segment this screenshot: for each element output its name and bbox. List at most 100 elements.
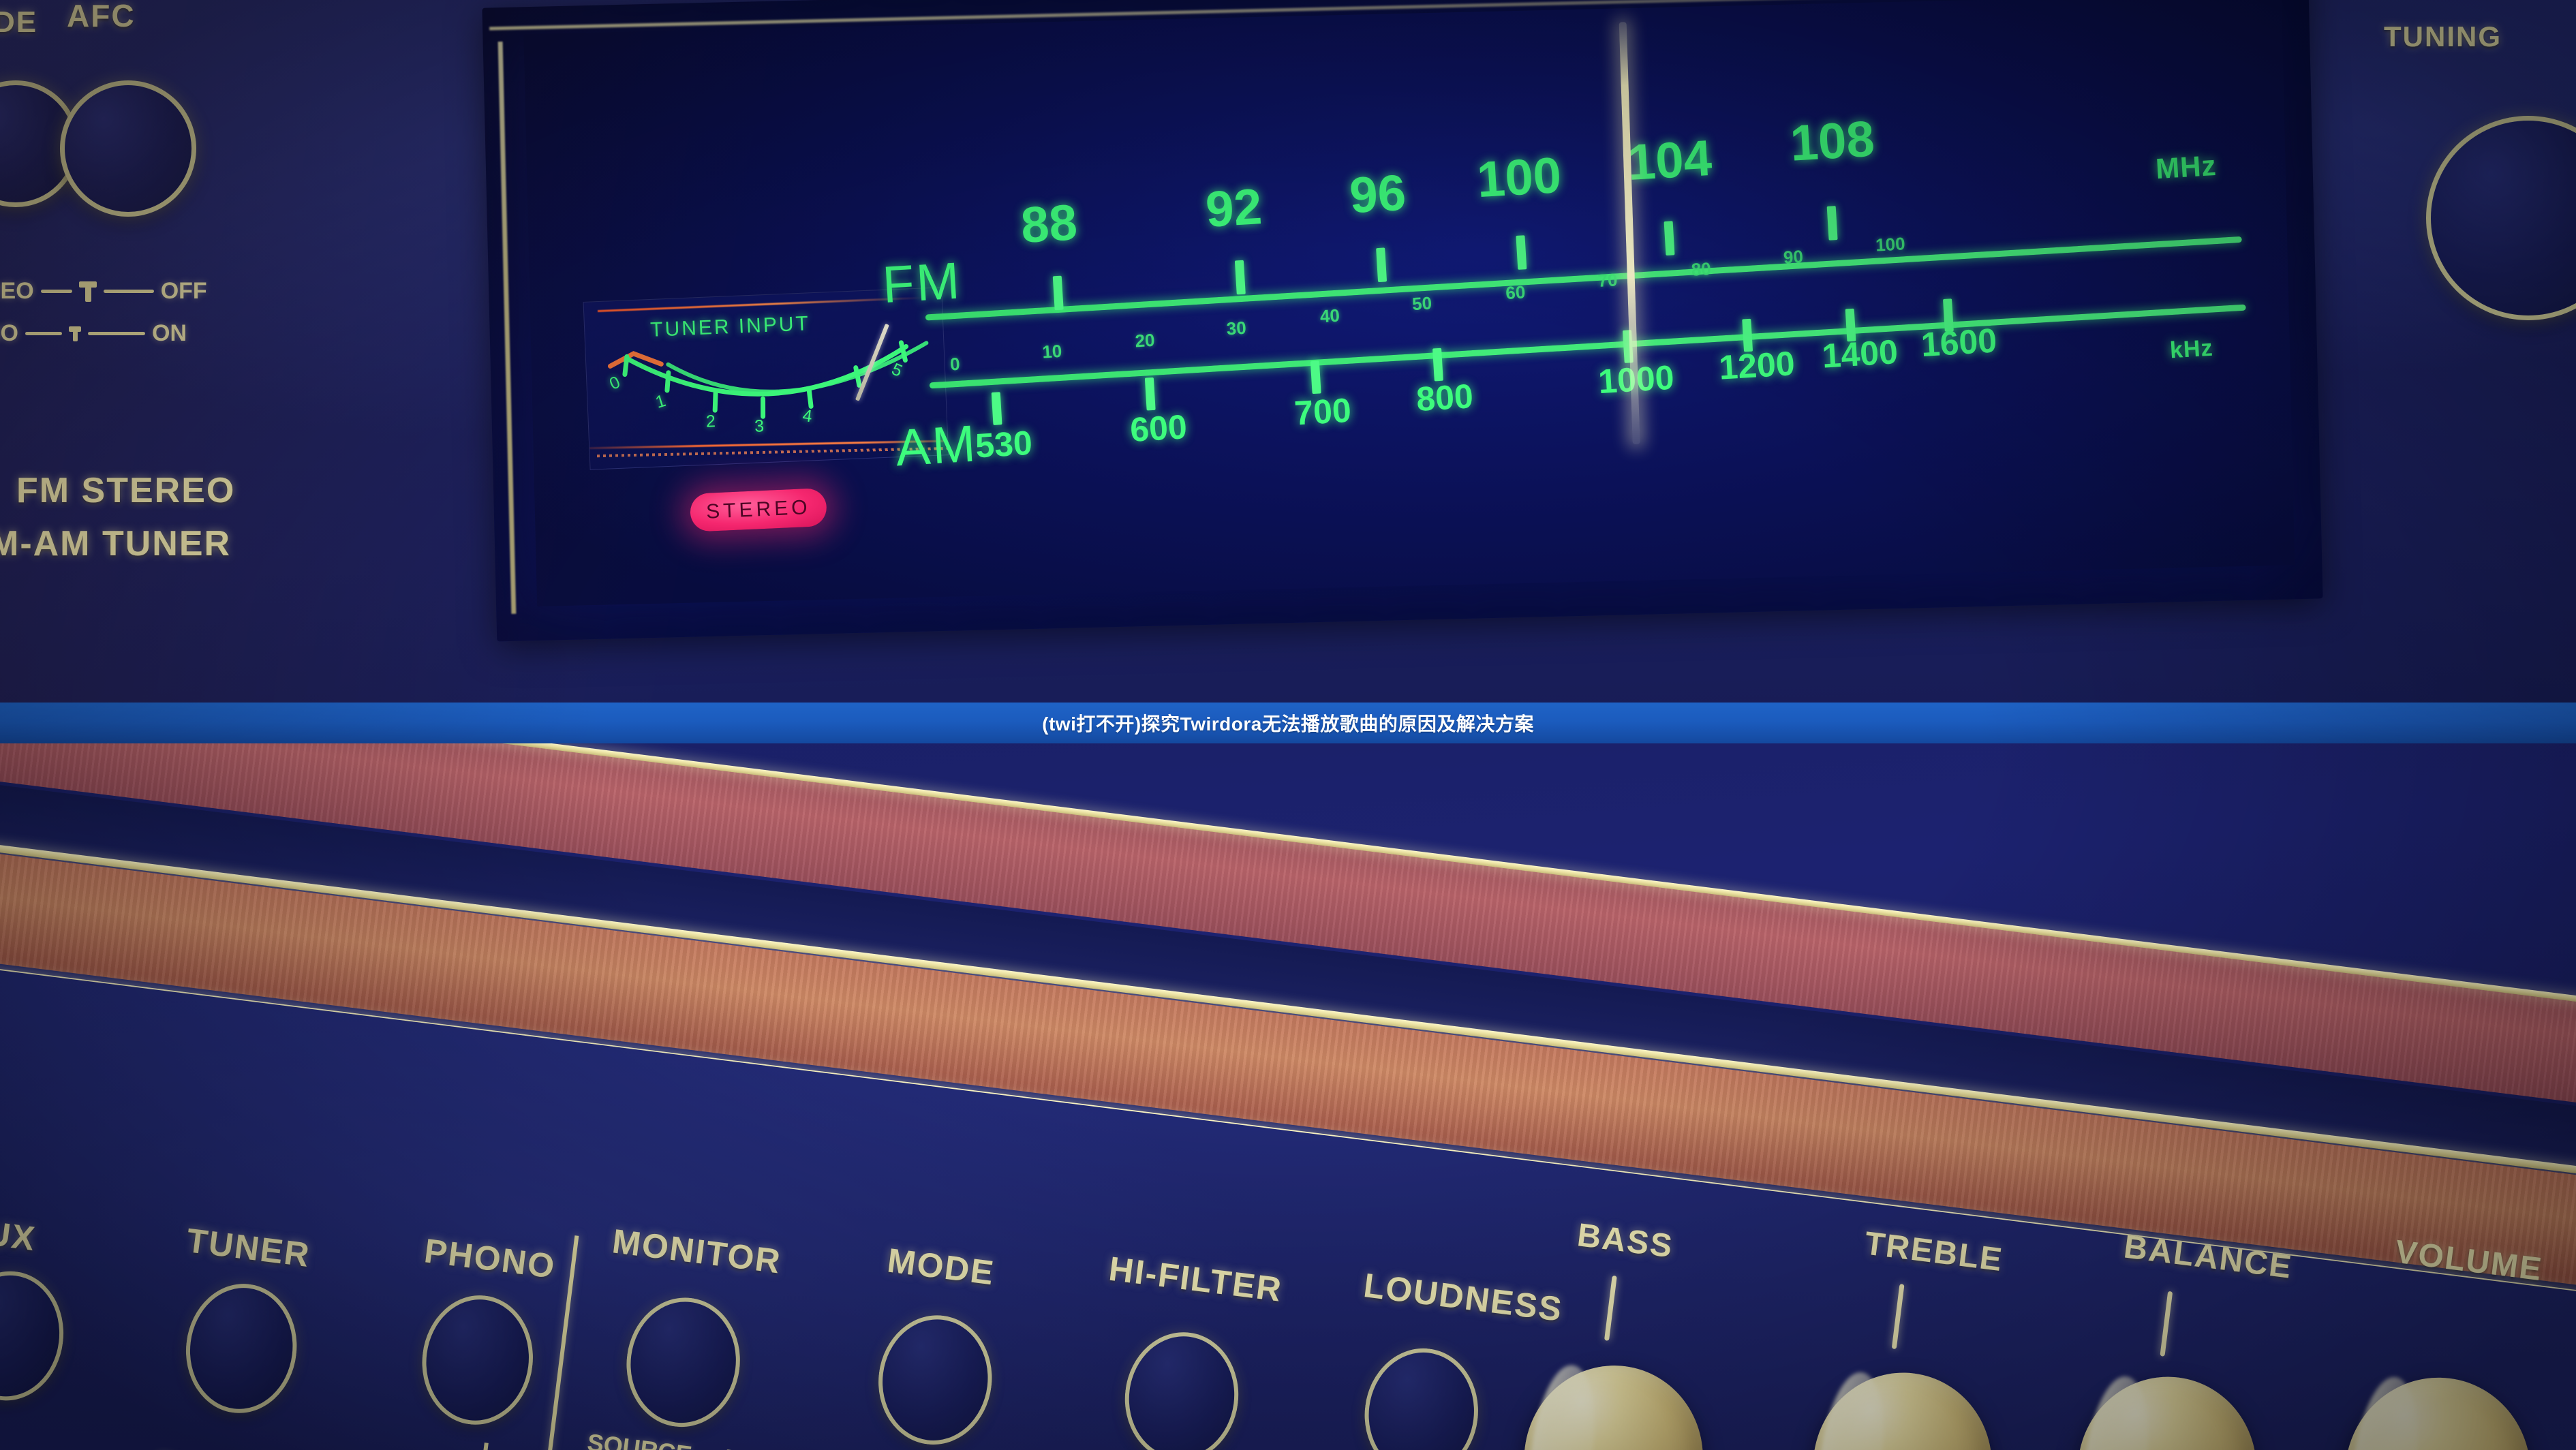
tuning-knob[interactable] [2426,116,2576,320]
am-tick-label: 700 [1293,390,1353,433]
fm-tick-mark [1516,235,1527,270]
function-button-aux[interactable] [0,1265,71,1407]
mode-knob-label: MODE [885,1241,997,1293]
signal-scale-label: 100 [1875,233,1906,256]
function-button-phono[interactable] [414,1289,540,1432]
am-scale-line [929,304,2246,389]
balance-tick-icon [2160,1291,2173,1357]
article-banner: (twi打不开)探究Twirdora无法播放歌曲的原因及解决方案 [0,703,2576,743]
fm-tick-label: 96 [1348,164,1408,224]
afc-label: AFC [67,0,136,33]
article-title: (twi打不开)探究Twirdora无法播放歌曲的原因及解决方案 [1042,713,1534,735]
monitor-switch-source-row: SOURCE STEREO OFF OFF [585,1428,1165,1450]
frequency-scale: FM AM 88 92 96 100 104 108 MHz 0 10 20 3… [881,65,2271,525]
hifilter-knob[interactable] [1117,1325,1246,1450]
am-tick-label: 800 [1415,377,1475,419]
receiver-photo: DE AFC REO OFF NO ON FM STEREO M-AM TUNE… [0,0,2576,1450]
signal-scale-label: 90 [1783,246,1804,268]
monitor-knob-label: MONITOR [610,1222,784,1281]
am-tick-mark [1310,360,1321,395]
meter-tick-3: 3 [754,416,765,436]
am-band-label: AM [893,414,979,478]
monitor-source-label: SOURCE [585,1428,694,1450]
function-button-label-phono: PHONO [422,1231,558,1286]
afc-knob[interactable] [60,80,196,217]
fm-tick-label: 88 [1019,194,1079,253]
stereo-indicator: STEREO [689,487,828,532]
mode-switch-row-mono: NO ON [0,320,187,347]
dash-icon [103,290,154,293]
stereo-indicator-label: STEREO [705,495,812,523]
fm-tick-label: 92 [1203,178,1263,238]
bass-tick-icon [1604,1275,1617,1341]
amplifier-section: AUX TUNER PHONO FUNCTION MONITOR MODE HI… [0,743,2576,1450]
fm-tick-mark [1234,260,1246,295]
fm-tick-label: 104 [1625,129,1714,191]
function-bracket-left [0,1404,162,1450]
signal-scale-label: 20 [1134,329,1156,352]
fm-tick-label: 100 [1475,146,1563,209]
fm-tick-mark [1052,275,1064,311]
function-button-tuner[interactable] [179,1277,305,1420]
balance-knob[interactable] [2067,1366,2267,1450]
meter-tick-2: 2 [705,412,716,431]
signal-scale-label: 70 [1597,269,1619,291]
treble-knob-label: TREBLE [1862,1225,2006,1279]
tuner-title-line1: FM STEREO [16,471,236,510]
am-tick-label: 1400 [1821,333,1899,375]
mode-label: DE [0,5,38,39]
loudness-knob[interactable] [1357,1342,1486,1450]
fm-tick-mark [1826,206,1838,241]
afc-switch-off-label: OFF [160,278,207,304]
treble-knob[interactable] [1802,1362,2003,1450]
mode-switch-mono-label: NO [0,320,18,346]
signal-scale-label: 40 [1319,305,1340,327]
tuning-label: TUNING [2384,20,2502,52]
signal-scale-label: 0 [949,353,961,375]
fm-tick-mark [1376,247,1387,283]
afc-switch-on-label: ON [152,320,187,346]
fm-tick-label: 108 [1788,110,1876,172]
am-tick-label: 1600 [1920,321,1998,364]
mode-switch-stereo-label: REO [0,278,34,304]
am-tick-label: 600 [1129,407,1189,450]
signal-scale-label: 80 [1690,258,1712,280]
dash-icon [25,332,62,335]
switch-down-icon[interactable] [69,326,81,341]
fm-scale-line [925,236,2242,321]
volume-knob[interactable] [2333,1367,2542,1450]
fm-unit-label: MHz [2154,149,2218,185]
tuner-section: DE AFC REO OFF NO ON FM STEREO M-AM TUNE… [0,0,2576,703]
treble-tick-icon [1891,1284,1905,1350]
am-tick-mark [1144,377,1156,411]
dial-panel: TUNER INPUT 0 1 2 3 4 5 STEREO FM AM 88 … [482,0,2323,642]
function-button-label-tuner: TUNER [184,1221,313,1275]
function-group-label: FUNCTION [153,1447,336,1450]
function-bracket-right [342,1425,489,1450]
signal-scale-label: 60 [1505,281,1527,303]
loudness-knob-label: LOUDNESS [1361,1266,1565,1329]
am-unit-label: kHz [2168,335,2214,364]
mode-knob-bottom[interactable] [871,1308,1000,1450]
fm-tick-mark [1663,221,1675,256]
dash-icon [40,290,72,293]
mode-switch-row-stereo: REO OFF [0,278,207,305]
function-button-label-aux: AUX [0,1210,38,1259]
am-tick-mark [991,392,1002,425]
signal-scale-label: 10 [1041,340,1063,362]
switch-up-icon[interactable] [78,281,97,302]
dial-left-edge [497,42,517,614]
monitor-knob[interactable] [619,1291,748,1434]
bass-knob-label: BASS [1575,1217,1676,1265]
tuner-input-meter: TUNER INPUT 0 1 2 3 4 5 [583,287,949,470]
fm-band-label: FM [880,251,964,315]
am-tick-label: 530 [974,423,1034,465]
hifilter-knob-label: HI-FILTER [1107,1249,1285,1309]
am-tick-mark [1432,348,1443,382]
signal-scale-label: 50 [1411,292,1432,315]
am-tick-label: 1200 [1717,344,1796,387]
dash-icon [88,332,145,335]
bass-knob[interactable] [1513,1355,1714,1450]
signal-scale-label: 30 [1225,317,1247,339]
tuner-title-line2: M-AM TUNER [0,524,232,564]
